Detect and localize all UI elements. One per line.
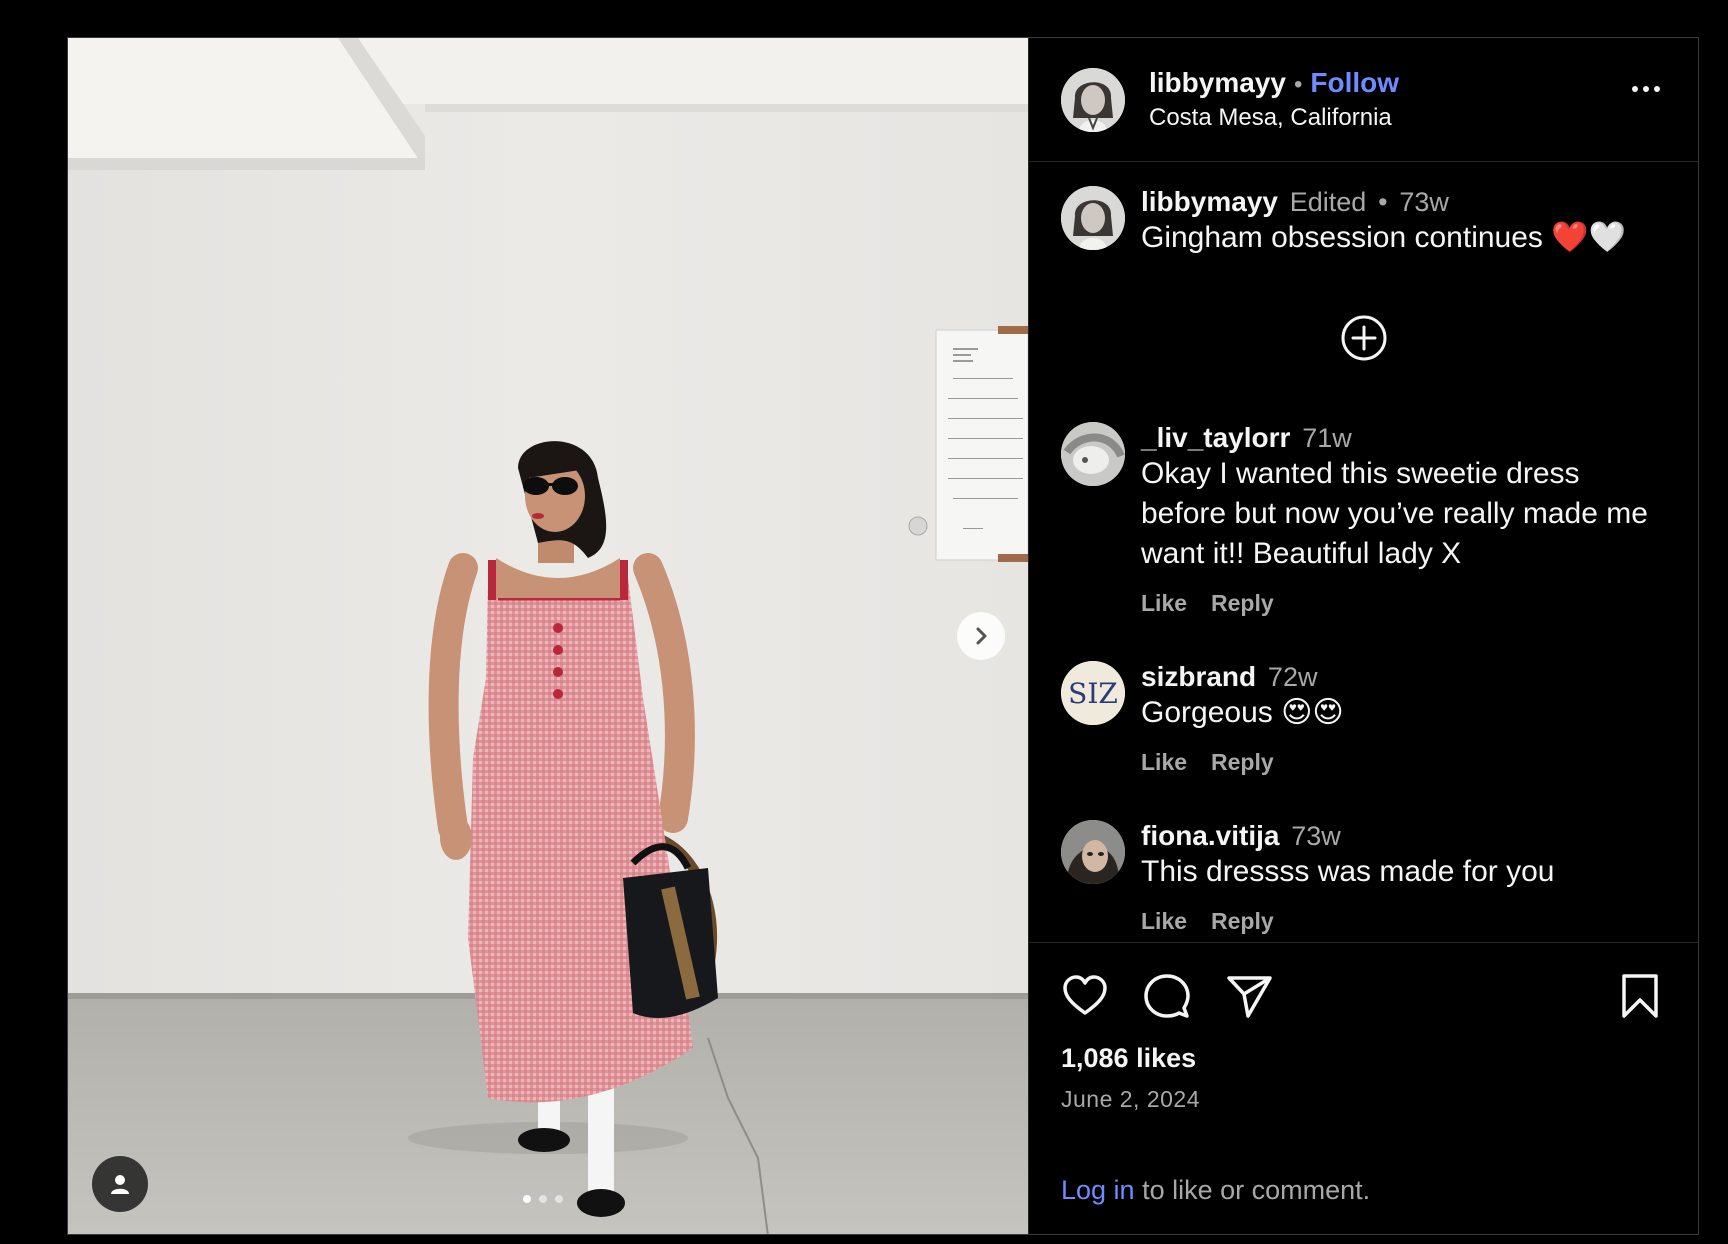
action-bar [1061,969,1666,1023]
comment-username[interactable]: sizbrand [1141,661,1256,692]
commenter-avatar[interactable] [1061,422,1125,486]
heart-icon [1063,975,1107,1015]
like-comment-button[interactable]: Like [1141,749,1187,776]
reply-button[interactable]: Reply [1211,590,1274,617]
avatar-image [1061,67,1125,132]
author-info: libbymayy • Follow Costa Mesa, Californi… [1149,66,1399,133]
user-icon [111,1175,129,1194]
author-username[interactable]: libbymayy [1149,66,1286,100]
send-icon [1227,976,1272,1018]
comment-text: Gorgeous 😍😍 [1141,696,1344,729]
carousel-dot [523,1195,531,1203]
edited-label: Edited [1289,187,1367,217]
next-slide-button[interactable] [957,612,1005,660]
comments-list[interactable]: libbymayy Edited • 73w Gingham obsession… [1029,162,1698,942]
plus-circle-icon[interactable] [1340,314,1388,362]
siz-logo-text: SIZ [1068,677,1118,710]
post-media [68,38,1028,1234]
separator-dot: • [1378,187,1388,217]
avatar-image [1061,186,1125,250]
post-modal: libbymayy • Follow Costa Mesa, Californi… [67,37,1699,1235]
more-horizontal-icon [1632,86,1638,92]
caption-age: 73w [1399,187,1449,217]
more-options-button[interactable] [1632,86,1660,92]
commenter-avatar[interactable] [1061,820,1125,884]
comment-item: _liv_taylorr 71w Okay I wanted this swee… [1061,422,1666,617]
comment-username[interactable]: _liv_taylorr [1141,422,1290,453]
comment-item: fiona.vitija 73w This dressss was made f… [1061,820,1666,935]
chevron-right-icon [976,627,987,645]
login-link[interactable]: Log in [1061,1175,1135,1205]
post-header: libbymayy • Follow Costa Mesa, Californi… [1029,38,1698,162]
post-location[interactable]: Costa Mesa, California [1149,104,1399,133]
follow-button[interactable]: Follow [1310,66,1399,100]
reply-button[interactable]: Reply [1211,749,1274,776]
comment-item: SIZ sizbrand 72w Gorgeous 😍😍 Like Reply [1061,661,1666,776]
caption-avatar[interactable] [1061,186,1125,250]
comment-text: Okay I wanted this sweetie dress before … [1141,457,1648,570]
save-button[interactable] [1618,972,1662,1020]
siz-logo: SIZ [1061,661,1125,725]
comment-age: 73w [1291,821,1341,851]
more-dot [1654,86,1660,92]
login-prompt: Log in to like or comment. [1061,1175,1370,1206]
caption-text: Gingham obsession continues ❤️🤍 [1141,221,1626,254]
comment-age: 72w [1267,662,1318,692]
post-footer: 1,086 likes June 2, 2024 Log in to like … [1029,942,1698,1234]
more-dot [1643,86,1649,92]
like-count[interactable]: 1,086 likes [1061,1043,1666,1074]
tagged-users-button[interactable] [92,1156,148,1212]
like-comment-button[interactable]: Like [1141,590,1187,617]
login-suffix: to like or comment. [1134,1175,1371,1205]
comment-text: This dressss was made for you [1141,855,1555,888]
post-caption: libbymayy Edited • 73w Gingham obsession… [1061,186,1666,258]
post-photo [68,38,1028,1234]
carousel-dot [555,1195,563,1203]
caption-username[interactable]: libbymayy [1141,186,1278,217]
reply-button[interactable]: Reply [1211,908,1274,935]
like-comment-button[interactable]: Like [1141,908,1187,935]
commenter-avatar[interactable]: SIZ [1061,661,1125,725]
post-date[interactable]: June 2, 2024 [1061,1086,1666,1113]
separator-dot: • [1293,71,1303,99]
load-more-comments [1061,314,1666,362]
author-avatar[interactable] [1061,67,1125,132]
carousel-dot [539,1195,547,1203]
comment-username[interactable]: fiona.vitija [1141,820,1279,851]
comment-button[interactable] [1143,972,1191,1020]
carousel-indicator [523,1195,563,1203]
avatar-image [1061,820,1125,884]
like-button[interactable] [1061,972,1109,1020]
comment-icon [1144,974,1190,1018]
avatar-image [1061,422,1125,486]
comment-age: 71w [1302,423,1352,453]
bookmark-icon [1622,974,1658,1018]
post-panel: libbymayy • Follow Costa Mesa, Californi… [1028,38,1698,1234]
share-button[interactable] [1225,972,1273,1020]
